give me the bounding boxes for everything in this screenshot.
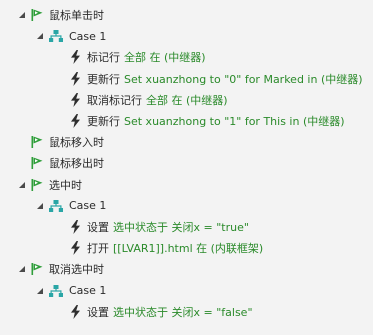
action-bolt-icon [70, 220, 81, 234]
action-detail: [[LVAR1]].html 在 (内联框架) [113, 242, 264, 256]
case-icon [49, 284, 63, 297]
action-verb: 设置 [87, 305, 109, 319]
action-verb: 设置 [87, 221, 109, 234]
interaction-tree: 鼠标单击时 Case 1 标记行 全部 在 (中继器) 更新行 Set xuanzhong… [0, 0, 373, 335]
action-row[interactable]: 设置 选中状态于 关闭x = "true" [0, 217, 373, 237]
event-flag-icon [31, 9, 43, 21]
event-flag-icon [31, 178, 43, 191]
case-icon [49, 199, 63, 212]
action-verb: 取消标记行 [87, 93, 142, 107]
action-detail: 全部 在 (中继器) [124, 51, 206, 65]
action-row[interactable]: 取消标记行 全部 在 (中继器) [0, 90, 373, 110]
event-label: 取消选中时 [49, 263, 104, 277]
expand-toggle[interactable] [37, 287, 43, 294]
action-verb: 更新行 [87, 115, 120, 128]
case-row[interactable]: Case 1 [0, 281, 373, 301]
action-detail: 选中状态于 关闭x = "false" [113, 305, 253, 319]
event-label: 鼠标移出时 [49, 157, 104, 171]
event-row[interactable]: 选中时 [0, 175, 373, 195]
event-flag-icon [31, 263, 43, 276]
expand-toggle[interactable] [19, 12, 25, 18]
event-row[interactable]: 取消选中时 [0, 259, 373, 279]
action-row[interactable]: 打开 [[LVAR1]].html 在 (内联框架) [0, 238, 373, 258]
action-verb: 打开 [87, 242, 109, 256]
action-detail: 全部 在 (中继器) [146, 93, 228, 107]
case-label: Case 1 [69, 199, 107, 213]
event-row[interactable]: 鼠标移出时 [0, 153, 373, 173]
action-row[interactable]: 标记行 全部 在 (中继器) [0, 47, 373, 67]
action-row[interactable]: 设置 选中状态于 关闭x = "false" [0, 302, 373, 322]
action-bolt-icon [70, 114, 81, 128]
action-bolt-icon [70, 92, 81, 107]
case-row[interactable]: Case 1 [0, 26, 373, 46]
action-detail: Set xuanzhong to "0" for Marked in (中继器) [124, 72, 363, 86]
expand-toggle[interactable] [19, 266, 25, 273]
expand-toggle[interactable] [37, 202, 43, 209]
expand-toggle[interactable] [37, 33, 43, 40]
action-bolt-icon [70, 304, 81, 319]
event-row[interactable]: 鼠标单击时 [0, 5, 373, 25]
action-bolt-icon [70, 241, 81, 256]
case-label: Case 1 [69, 29, 107, 43]
event-flag-icon [31, 157, 43, 170]
expand-toggle[interactable] [19, 181, 25, 188]
case-row[interactable]: Case 1 [0, 196, 373, 216]
action-detail: Set xuanzhong to "1" for This in (中继器) [124, 115, 345, 128]
event-label: 鼠标移入时 [49, 136, 104, 150]
action-bolt-icon [70, 50, 81, 65]
case-label: Case 1 [69, 284, 107, 298]
action-row[interactable]: 更新行 Set xuanzhong to "0" for Marked in (中… [0, 69, 373, 89]
event-flag-icon [31, 136, 43, 149]
action-bolt-icon [70, 71, 81, 86]
action-verb: 标记行 [87, 51, 120, 65]
action-row[interactable]: 更新行 Set xuanzhong to "1" for This in (中继器… [0, 111, 373, 131]
event-label: 选中时 [49, 178, 82, 192]
action-detail: 选中状态于 关闭x = "true" [113, 221, 249, 234]
event-label: 鼠标单击时 [49, 9, 104, 22]
case-icon [49, 30, 63, 43]
action-verb: 更新行 [87, 72, 120, 86]
event-row[interactable]: 鼠标移入时 [0, 132, 373, 152]
